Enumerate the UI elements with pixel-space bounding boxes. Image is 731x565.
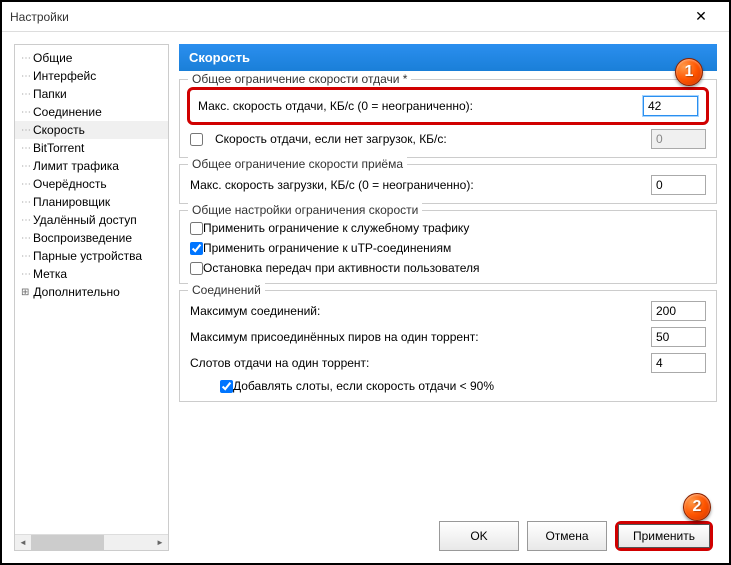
extra-slots-checkbox[interactable] bbox=[220, 380, 233, 393]
download-group: Общее ограничение скорости приёма Макс. … bbox=[179, 164, 717, 204]
sidebar: Общие Интерфейс Папки Соединение Скорост… bbox=[14, 44, 169, 551]
alt-upload-input bbox=[651, 129, 706, 149]
annotation-badge-1: 1 bbox=[675, 58, 703, 86]
max-download-input[interactable] bbox=[651, 175, 706, 195]
panel-title: Скорость bbox=[179, 44, 717, 71]
close-icon[interactable]: ✕ bbox=[681, 8, 721, 25]
tree-item-label[interactable]: Метка bbox=[15, 265, 168, 283]
main-panel: Скорость Общее ограничение скорости отда… bbox=[179, 44, 717, 551]
slots-input[interactable] bbox=[651, 353, 706, 373]
stop-on-activity-label: Остановка передач при активности пользов… bbox=[203, 261, 480, 275]
tree-item-playback[interactable]: Воспроизведение bbox=[15, 229, 168, 247]
button-bar: OK Отмена Применить bbox=[179, 513, 717, 551]
general-limit-legend: Общие настройки ограничения скорости bbox=[188, 203, 422, 217]
annotation-badge-2: 2 bbox=[683, 493, 711, 521]
tree-item-speed[interactable]: Скорость bbox=[15, 121, 168, 139]
scroll-right-icon[interactable]: ► bbox=[152, 538, 168, 547]
sidebar-scrollbar[interactable]: ◄ ► bbox=[15, 534, 168, 550]
download-legend: Общее ограничение скорости приёма bbox=[188, 157, 407, 171]
tree-item-queue[interactable]: Очерёдность bbox=[15, 175, 168, 193]
tree-item-traffic-limit[interactable]: Лимит трафика bbox=[15, 157, 168, 175]
category-tree: Общие Интерфейс Папки Соединение Скорост… bbox=[15, 45, 168, 305]
overhead-checkbox[interactable] bbox=[190, 222, 203, 235]
apply-button[interactable]: Применить bbox=[618, 524, 710, 548]
tree-item-advanced[interactable]: Дополнительно bbox=[15, 283, 168, 301]
stop-on-activity-checkbox[interactable] bbox=[190, 262, 203, 275]
cancel-button[interactable]: Отмена bbox=[527, 521, 607, 551]
slots-label: Слотов отдачи на один торрент: bbox=[190, 356, 643, 370]
max-download-label: Макс. скорость загрузки, КБ/с (0 = неогр… bbox=[190, 178, 643, 192]
scroll-track[interactable] bbox=[31, 535, 152, 550]
alt-upload-checkbox[interactable] bbox=[190, 133, 203, 146]
scroll-thumb[interactable] bbox=[31, 535, 104, 550]
overhead-label: Применить ограничение к служебному трафи… bbox=[203, 221, 469, 235]
max-upload-label: Макс. скорость отдачи, КБ/с (0 = неогран… bbox=[198, 99, 635, 113]
highlight-region-1: Макс. скорость отдачи, КБ/с (0 = неогран… bbox=[187, 87, 709, 125]
scroll-left-icon[interactable]: ◄ bbox=[15, 538, 31, 547]
tree-item-folders[interactable]: Папки bbox=[15, 85, 168, 103]
alt-upload-label: Скорость отдачи, если нет загрузок, КБ/c… bbox=[215, 132, 643, 146]
tree-item-remote[interactable]: Удалённый доступ bbox=[15, 211, 168, 229]
connections-group: Соединений Максимум соединений: Максимум… bbox=[179, 290, 717, 402]
highlight-region-2: Применить bbox=[615, 521, 713, 551]
upload-group: Общее ограничение скорости отдачи * Макс… bbox=[179, 79, 717, 158]
max-peers-label: Максимум присоединённых пиров на один то… bbox=[190, 330, 643, 344]
titlebar: Настройки ✕ bbox=[2, 2, 729, 32]
ok-button[interactable]: OK bbox=[439, 521, 519, 551]
tree-item-interface[interactable]: Интерфейс bbox=[15, 67, 168, 85]
tree-item-scheduler[interactable]: Планировщик bbox=[15, 193, 168, 211]
upload-legend: Общее ограничение скорости отдачи * bbox=[188, 72, 411, 86]
connections-legend: Соединений bbox=[188, 283, 265, 297]
tree-item-bittorrent[interactable]: BitTorrent bbox=[15, 139, 168, 157]
tree-item-general[interactable]: Общие bbox=[15, 49, 168, 67]
max-peers-input[interactable] bbox=[651, 327, 706, 347]
window-title: Настройки bbox=[10, 10, 681, 24]
utp-label: Применить ограничение к uTP-соединениям bbox=[203, 241, 451, 255]
tree-item-paired-devices[interactable]: Парные устройства bbox=[15, 247, 168, 265]
tree-item-connection[interactable]: Соединение bbox=[15, 103, 168, 121]
general-limit-group: Общие настройки ограничения скорости При… bbox=[179, 210, 717, 284]
max-conn-input[interactable] bbox=[651, 301, 706, 321]
extra-slots-label: Добавлять слоты, если скорость отдачи < … bbox=[233, 379, 494, 393]
max-upload-input[interactable] bbox=[643, 96, 698, 116]
max-conn-label: Максимум соединений: bbox=[190, 304, 643, 318]
utp-checkbox[interactable] bbox=[190, 242, 203, 255]
